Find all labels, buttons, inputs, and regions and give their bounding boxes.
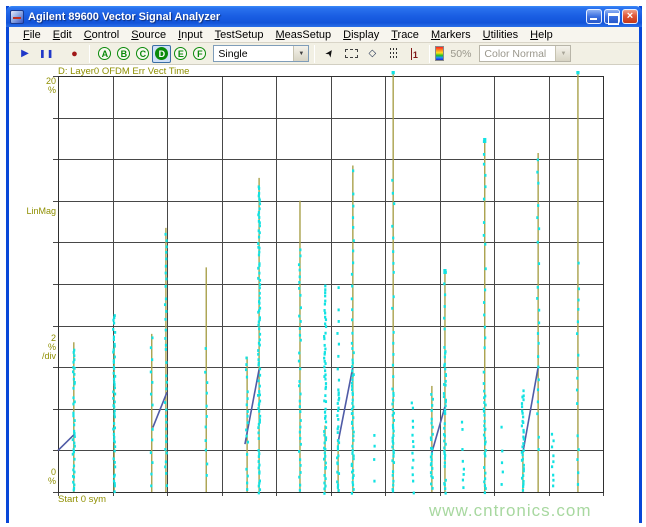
app-window: Agilent 89600 Vector Signal Analyzer × F… [6, 6, 642, 527]
menu-item-input[interactable]: Input [172, 28, 208, 42]
record-icon: ● [71, 47, 78, 60]
band-bars-icon [389, 47, 397, 60]
marquee-icon [344, 49, 358, 58]
trace-button-b[interactable]: B [114, 45, 133, 63]
trace-display-area: D: Layer0 OFDM Err Vect Time 20% LinMag … [9, 65, 639, 527]
pointer-icon: ➤ [323, 46, 338, 61]
chevron-down-icon[interactable]: ▼ [293, 46, 309, 61]
trace-button-d[interactable]: D [152, 44, 172, 63]
band-select-tool-button[interactable] [383, 45, 403, 63]
zoom-level-label: 50% [450, 47, 472, 60]
menu-item-help[interactable]: Help [524, 28, 559, 42]
diamond-icon: ◇ [368, 48, 377, 59]
app-icon [10, 9, 24, 24]
trace-button-c[interactable]: C [133, 45, 152, 63]
close-button[interactable]: × [622, 9, 638, 24]
y-axis-max-label: 20% [45, 76, 56, 95]
sweep-mode-combobox[interactable]: Single ▼ [213, 45, 310, 62]
menu-item-file[interactable]: File [17, 28, 47, 42]
trace-letter-icon: C [136, 47, 150, 60]
menu-item-control[interactable]: Control [78, 28, 125, 42]
marker-tool-button[interactable]: ◇ [362, 45, 382, 63]
trace-letter-icon: D [155, 47, 169, 60]
toolbar: ▶ ❚❚ ● ABCDEF Single ▼ ➤ ◇ 1 50% Color N… [9, 43, 639, 65]
menu-item-edit[interactable]: Edit [47, 28, 78, 42]
record-button[interactable]: ● [64, 45, 84, 63]
trace-letter-icon: B [117, 47, 131, 60]
menu-item-source[interactable]: Source [125, 28, 172, 42]
trace-letter-icon: A [98, 47, 112, 60]
watermark: www.cntronics.com [429, 501, 592, 520]
menu-item-meassetup[interactable]: MeasSetup [269, 28, 337, 42]
menu-item-display[interactable]: Display [337, 28, 385, 42]
trace-button-f[interactable]: F [190, 45, 209, 63]
color-mode-value: Color Normal [484, 47, 547, 60]
y-axis-format-label: LinMag [26, 206, 56, 216]
play-button[interactable]: ▶ [15, 45, 35, 63]
menu-item-trace[interactable]: Trace [385, 28, 425, 42]
pointer-tool-button[interactable]: ➤ [320, 45, 340, 63]
sweep-mode-value: Single [218, 47, 248, 60]
pause-icon: ❚❚ [39, 49, 55, 58]
pause-button[interactable]: ❚❚ [36, 45, 57, 63]
title-bar[interactable]: Agilent 89600 Vector Signal Analyzer × [6, 6, 642, 27]
chevron-down-icon: ▼ [555, 46, 571, 61]
toolbar-separator [89, 44, 91, 63]
maximize-button[interactable] [604, 9, 620, 25]
trace-letter-icon: E [174, 47, 188, 60]
window-title: Agilent 89600 Vector Signal Analyzer [28, 10, 221, 23]
trace-select-group: ABCDEF [95, 44, 209, 63]
plot-area[interactable] [53, 69, 604, 497]
toolbar-separator [429, 44, 431, 63]
y-axis-per-div-label: 2%/div [41, 333, 56, 361]
menu-bar: File Edit Control Source Input TestSetup MeasS… [9, 27, 639, 43]
y-axis-min-label: 0% [47, 467, 56, 486]
minimize-button[interactable] [586, 9, 602, 24]
play-icon: ▶ [21, 48, 29, 59]
toolbar-separator [314, 44, 316, 63]
x-axis-start-label: Start 0 sym [58, 494, 107, 505]
menu-item-markers[interactable]: Markers [425, 28, 477, 42]
menu-item-utilities[interactable]: Utilities [477, 28, 524, 42]
menu-item-testsetup[interactable]: TestSetup [209, 28, 270, 42]
trace-letter-icon: F [193, 47, 207, 60]
trace-button-e[interactable]: E [171, 45, 190, 63]
band-marker-icon: 1 [410, 47, 418, 60]
band-marker-tool-button[interactable]: 1 [404, 45, 424, 63]
zoom-select-tool-button[interactable] [341, 45, 361, 63]
color-mode-combobox[interactable]: Color Normal ▼ [479, 45, 572, 62]
colorbar-icon [435, 46, 445, 61]
trace-button-a[interactable]: A [95, 45, 114, 63]
